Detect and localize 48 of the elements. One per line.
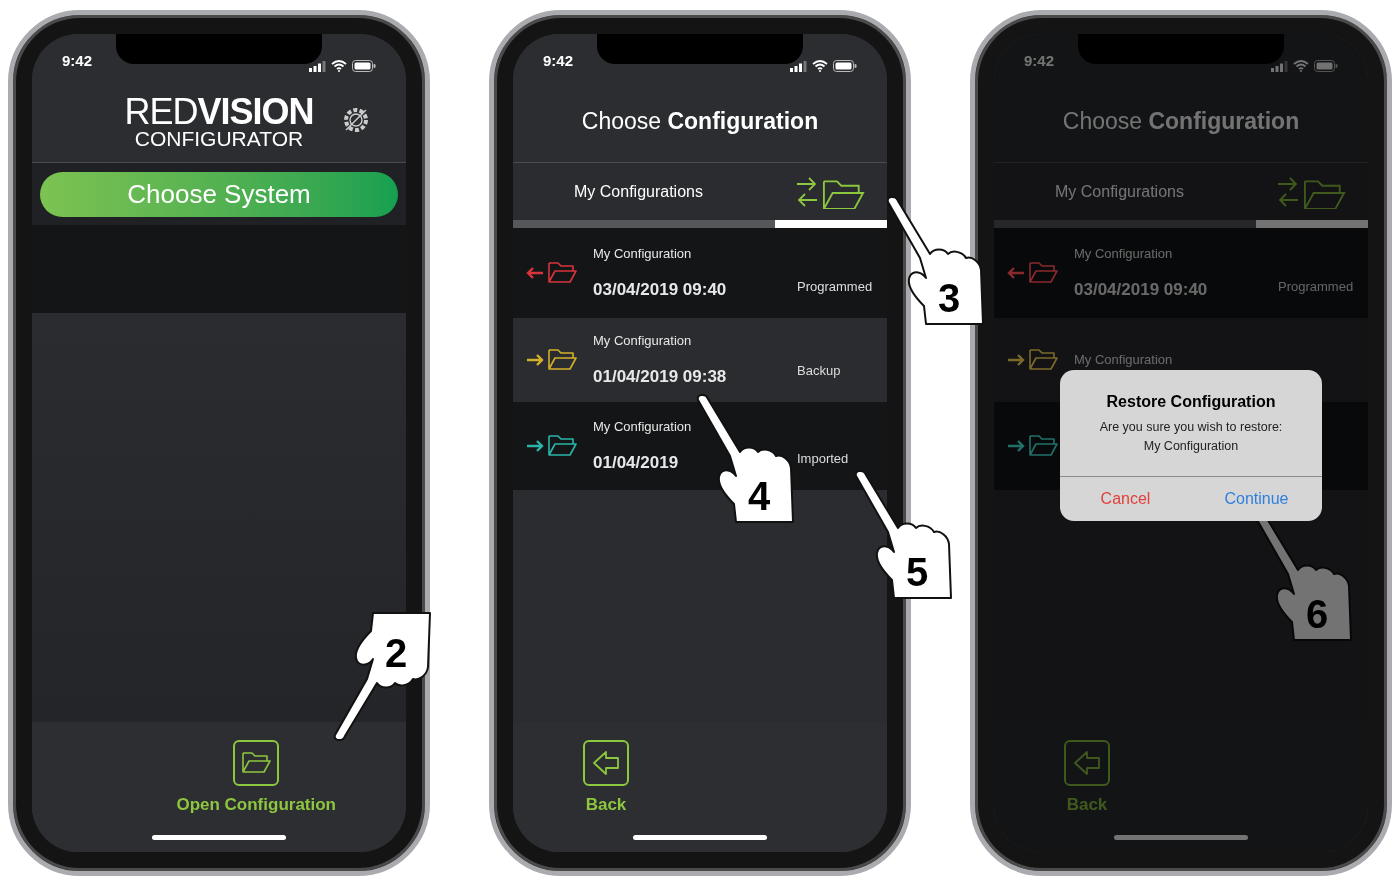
configuration-name: My Configuration xyxy=(593,417,693,436)
wifi-icon xyxy=(1293,60,1309,72)
logo-title: REDVISION xyxy=(124,93,314,130)
battery-icon xyxy=(352,60,376,72)
screen-title: Choose Configuration xyxy=(581,106,819,136)
step-number: 3 xyxy=(938,278,961,318)
dialog-message: Are you sure you wish to restore: xyxy=(1099,419,1283,436)
folder-icon xyxy=(241,749,272,776)
status-time: 9:42 xyxy=(543,50,574,71)
tab[interactable]: My Configurations xyxy=(994,163,1256,220)
status-time: 9:42 xyxy=(62,50,93,71)
configuration-status: Programmed xyxy=(797,277,873,296)
dialog-message: My Configuration xyxy=(1143,437,1239,455)
tab[interactable]: My Configurations xyxy=(513,163,775,220)
configuration-name: My Configuration xyxy=(1074,351,1174,370)
back-arrow-icon xyxy=(591,749,621,776)
status-time: 9:42 xyxy=(1024,50,1055,71)
configuration-date: 01/04/2019 xyxy=(593,452,680,474)
configuration-name: My Configuration xyxy=(593,331,693,350)
configuration-date: 03/04/2019 09:40 xyxy=(1074,279,1209,301)
battery-icon xyxy=(1314,60,1338,72)
signal-icon xyxy=(309,60,326,72)
step-number: 2 xyxy=(385,633,408,673)
configuration-date: 01/04/2019 09:38 xyxy=(593,366,728,388)
step-number: 6 xyxy=(1306,594,1329,634)
wifi-icon xyxy=(331,60,347,72)
step-number: 5 xyxy=(906,552,929,592)
configuration-row[interactable]: My Configuration 03/04/2019 09:40 Programmed xyxy=(513,228,887,318)
configuration-status: Programmed xyxy=(1278,277,1354,296)
back-arrow-icon xyxy=(1072,749,1102,776)
configuration-row[interactable]: My Configuration 03/04/2019 09:40 Programmed xyxy=(994,228,1368,318)
signal-icon xyxy=(1271,60,1288,72)
transfer-folder-icon xyxy=(795,174,867,209)
configuration-name: My Configuration xyxy=(593,244,693,263)
configuration-status: Imported xyxy=(797,449,849,468)
dialog-button[interactable]: Cancel xyxy=(1060,476,1191,521)
wifi-icon xyxy=(812,60,828,72)
configuration-status: Backup xyxy=(797,361,841,380)
choose-system-button[interactable]: Choose System xyxy=(40,171,398,217)
logo-subtitle: CONFIGURATOR xyxy=(134,127,304,149)
signal-icon xyxy=(790,60,807,72)
configuration-date: 03/04/2019 09:40 xyxy=(593,279,728,301)
dialog-button[interactable]: Continue xyxy=(1191,476,1322,521)
battery-icon xyxy=(833,60,857,72)
configuration-name: My Configuration xyxy=(1074,244,1174,263)
transfer-folder-icon xyxy=(1276,174,1348,209)
open-configuration-button[interactable]: Open Configuration xyxy=(176,739,336,818)
screen-title: Choose Configuration xyxy=(1062,106,1300,136)
